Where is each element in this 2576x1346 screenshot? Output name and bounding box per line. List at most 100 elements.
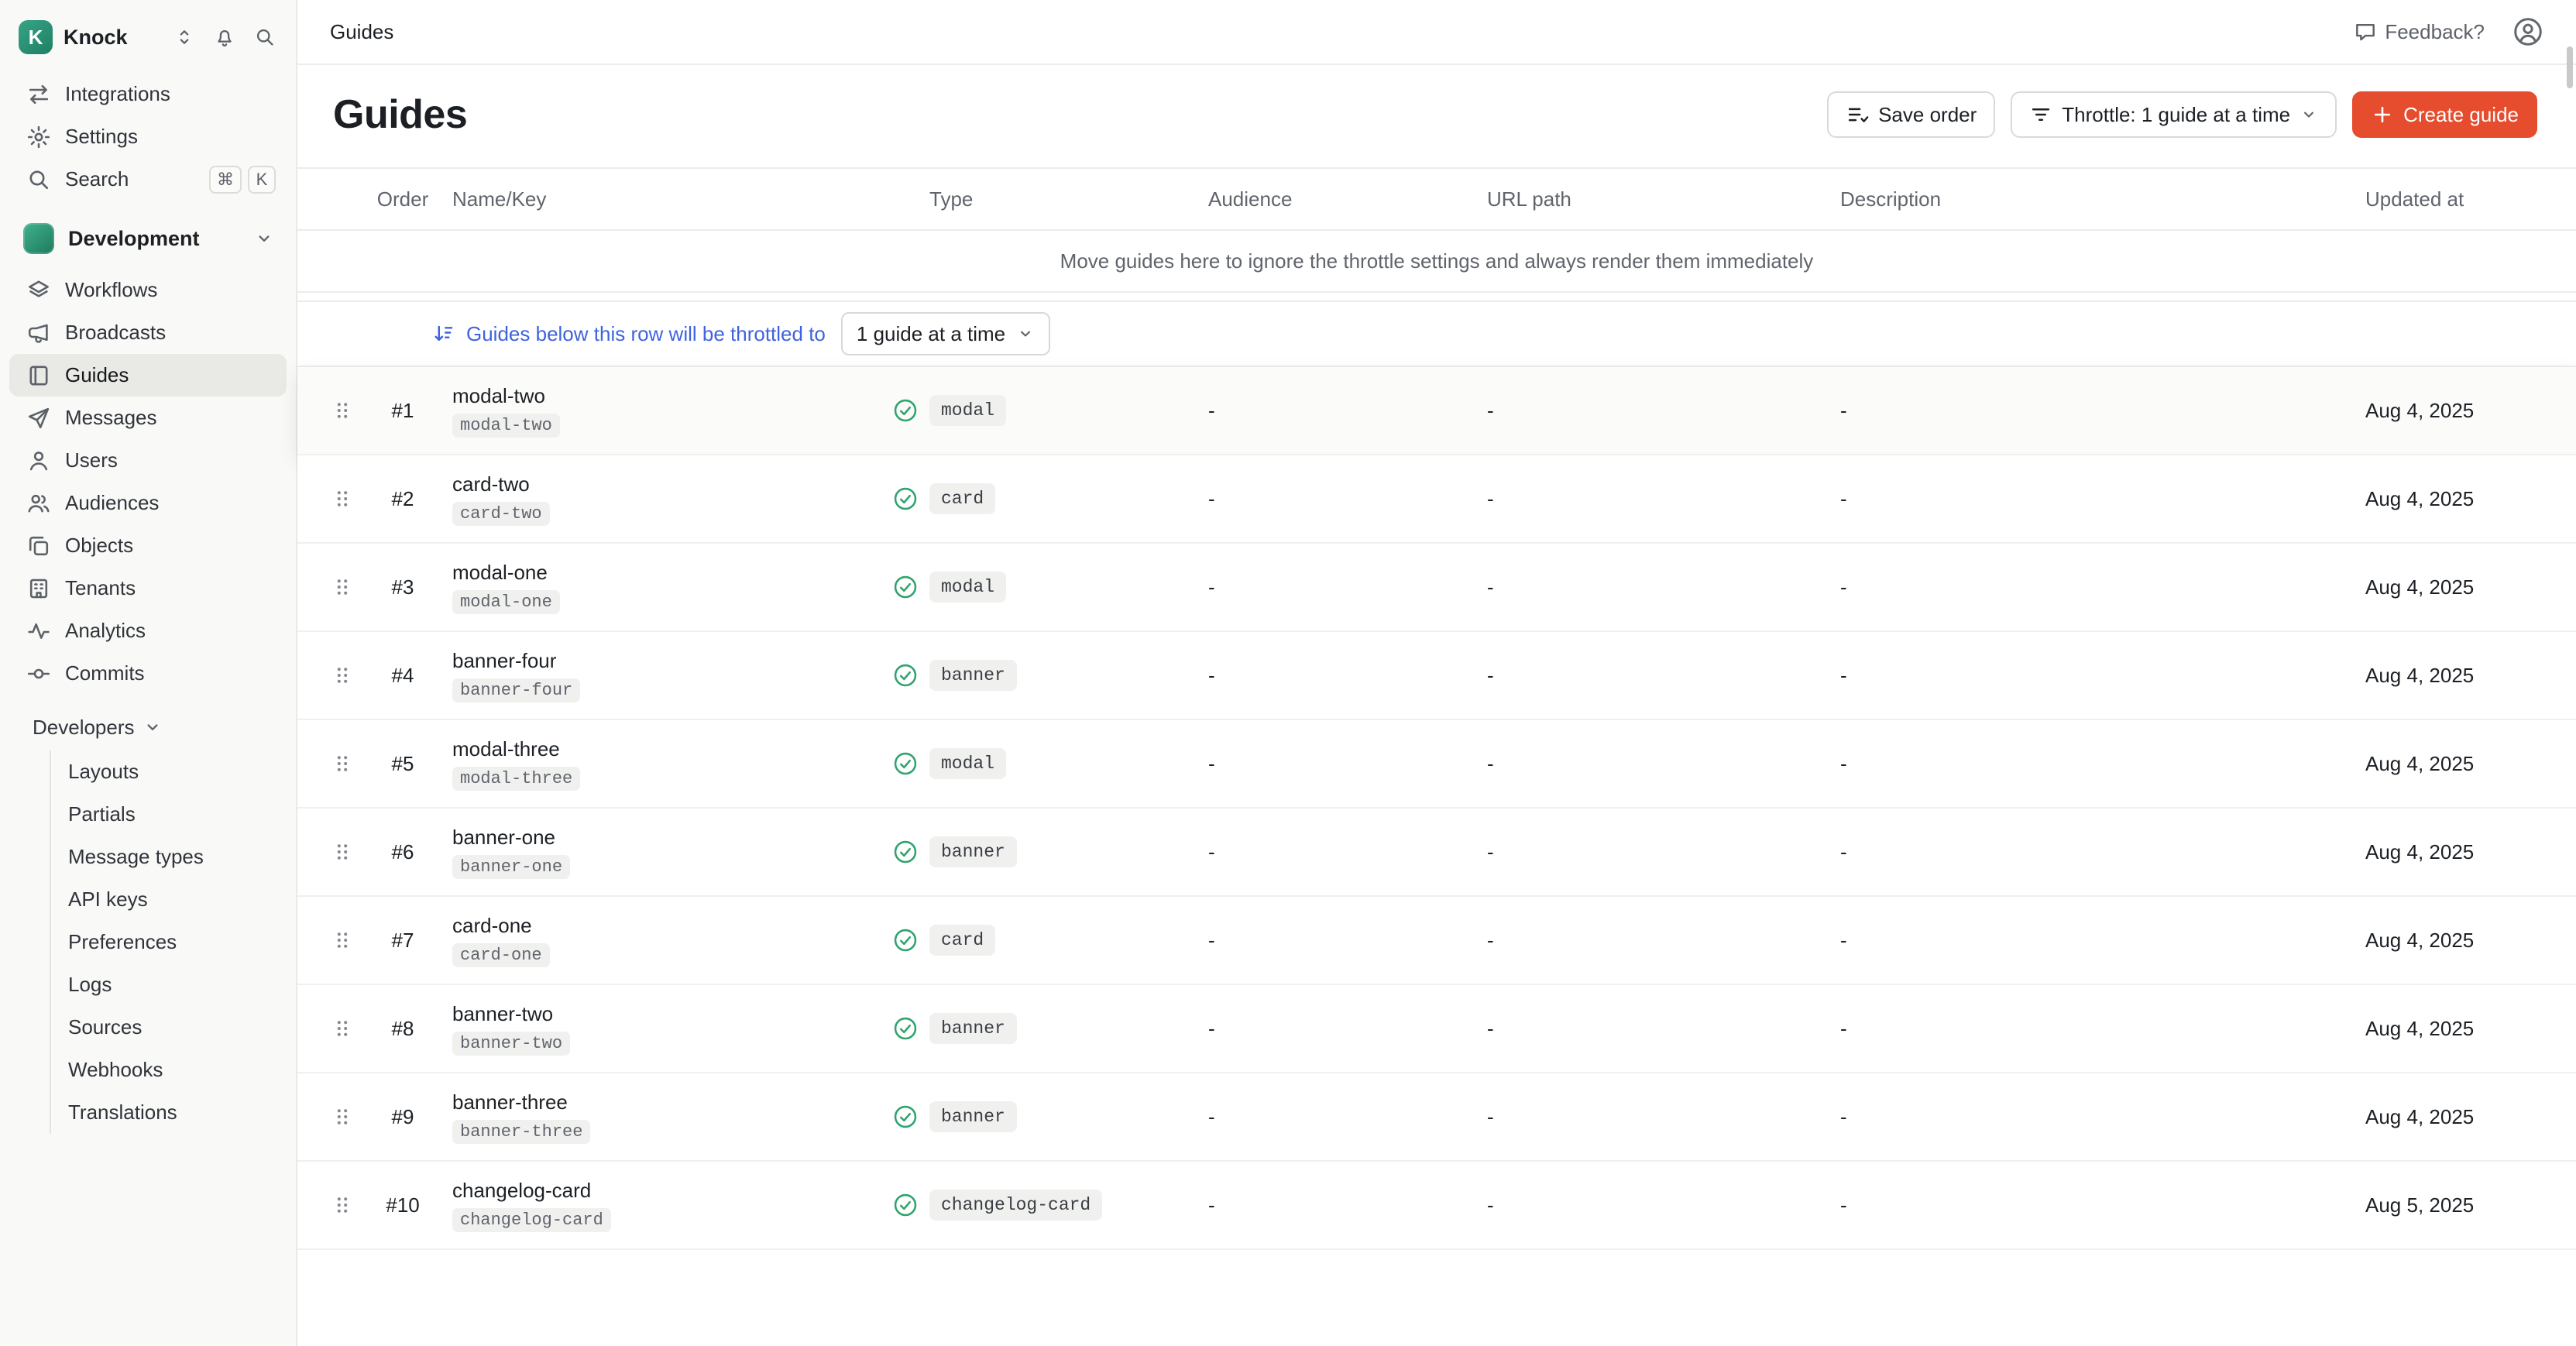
cell-audience: - [1208,752,1487,776]
drag-handle-icon[interactable] [331,752,353,775]
sidebar-item-developer[interactable]: Message types [51,836,296,878]
cell-url-path: - [1487,664,1840,688]
guide-name: banner-three [452,1090,568,1114]
sidebar-item-tenants[interactable]: Tenants [9,567,287,609]
guide-key-badge: modal-two [452,414,560,438]
sidebar-item-settings[interactable]: Settings [9,115,287,158]
sidebar-item-objects[interactable]: Objects [9,524,287,567]
guide-name: card-two [452,472,530,496]
guide-name-cell: banner-one banner-one [452,826,892,879]
vertical-scrollbar[interactable] [2567,46,2573,88]
status-active-icon [892,927,929,953]
throttle-dropdown-button[interactable]: Throttle: 1 guide at a time [2011,91,2337,138]
guide-type-cell: modal [929,572,1208,603]
guide-type-badge: banner [929,1101,1017,1132]
feedback-button[interactable]: Feedback? [2354,20,2485,44]
avatar[interactable] [2512,16,2543,47]
throttle-divider-link[interactable]: Guides below this row will be throttled … [432,322,826,346]
sidebar-item-guides[interactable]: Guides [9,354,287,397]
table-row[interactable]: #3 modal-one modal-one modal - - [297,544,2576,632]
sidebar-item-developer[interactable]: Sources [51,1006,296,1049]
throttle-divider-row: Guides below this row will be throttled … [297,300,2576,367]
drag-handle-icon[interactable] [331,575,353,599]
drag-handle-icon[interactable] [331,929,353,952]
sidebar-item-analytics[interactable]: Analytics [9,609,287,652]
column-header-updated-at: Updated at [2365,187,2576,211]
sidebar-item-label: Audiences [65,491,159,515]
gear-icon [26,125,51,149]
table-row[interactable]: #1 modal-two modal-two modal - - [297,367,2576,455]
sidebar-item-commits[interactable]: Commits [9,652,287,695]
sidebar-item-label: Preferences [68,930,177,954]
cell-audience: - [1208,929,1487,953]
table-row[interactable]: #8 banner-two banner-two banner - - [297,985,2576,1073]
table-row[interactable]: #7 card-one card-one card - - [297,897,2576,985]
environment-switcher[interactable]: Development [9,215,287,263]
cell-audience: - [1208,1193,1487,1217]
sidebar-item-search[interactable]: Search ⌘ K [9,158,287,201]
sidebar-item-broadcasts[interactable]: Broadcasts [9,311,287,354]
app-root: K Knock Integrations [0,0,2576,1346]
row-order: #1 [353,399,452,423]
drag-handle-icon[interactable] [331,487,353,510]
throttle-value-select[interactable]: 1 guide at a time [841,312,1050,355]
git-commit-icon [26,661,51,686]
sidebar-item-audiences[interactable]: Audiences [9,482,287,524]
guide-type-cell: banner [929,660,1208,691]
table-row[interactable]: #4 banner-four banner-four banner - - [297,632,2576,720]
integrations-icon [26,82,51,107]
cell-audience: - [1208,840,1487,864]
drag-handle-icon[interactable] [331,1017,353,1040]
notifications-bell-icon[interactable] [209,22,240,53]
sidebar-item-messages[interactable]: Messages [9,397,287,439]
building-icon [26,576,51,601]
guide-type-cell: modal [929,395,1208,426]
table-row[interactable]: #2 card-two card-two card - - [297,455,2576,544]
drag-handle-icon[interactable] [331,1193,353,1217]
guide-name-cell: modal-two modal-two [452,384,892,438]
cell-description: - [1840,752,2365,776]
sidebar: K Knock Integrations [0,0,297,1346]
guide-name: modal-two [452,384,545,408]
search-shortcut: ⌘ K [209,166,276,194]
table-row[interactable]: #10 changelog-card changelog-card change… [297,1162,2576,1250]
sidebar-item-developer[interactable]: Webhooks [51,1049,296,1091]
guide-type-cell: card [929,925,1208,956]
developers-section-toggle[interactable]: Developers [9,707,287,747]
cell-updated-at: Aug 4, 2025 [2365,575,2576,599]
sidebar-item-developer[interactable]: Preferences [51,921,296,963]
sidebar-item-developer[interactable]: Partials [51,793,296,836]
drag-handle-icon[interactable] [331,399,353,422]
sidebar-item-integrations[interactable]: Integrations [9,73,287,115]
sidebar-item-label: Broadcasts [65,321,166,345]
drag-handle-icon[interactable] [331,1105,353,1128]
cell-updated-at: Aug 4, 2025 [2365,487,2576,511]
save-order-button[interactable]: Save order [1827,91,1995,138]
row-order: #6 [353,840,452,864]
drag-handle-icon[interactable] [331,664,353,687]
sidebar-item-users[interactable]: Users [9,439,287,482]
sidebar-item-developer[interactable]: Logs [51,963,296,1006]
cell-updated-at: Aug 4, 2025 [2365,1105,2576,1129]
chevron-down-icon [143,717,163,737]
cell-audience: - [1208,575,1487,599]
sidebar-item-label: Workflows [65,278,157,302]
table-header-row: Order Name/Key Type Audience URL path De… [297,167,2576,231]
sidebar-item-workflows[interactable]: Workflows [9,269,287,311]
throttle-value-label: 1 guide at a time [857,322,1005,346]
table-row[interactable]: #9 banner-three banner-three banner - - [297,1073,2576,1162]
guide-type-badge: card [929,483,995,514]
guide-name-cell: banner-three banner-three [452,1090,892,1144]
cell-description: - [1840,840,2365,864]
cell-updated-at: Aug 5, 2025 [2365,1193,2576,1217]
drag-handle-icon[interactable] [331,840,353,864]
guide-key-badge: banner-two [452,1032,570,1056]
create-guide-button[interactable]: Create guide [2352,91,2537,138]
sidebar-item-developer[interactable]: Translations [51,1091,296,1134]
table-row[interactable]: #5 modal-three modal-three modal - - [297,720,2576,809]
sidebar-item-developer[interactable]: API keys [51,878,296,921]
workspace-switcher-icon[interactable] [169,22,200,53]
table-row[interactable]: #6 banner-one banner-one banner - - [297,809,2576,897]
search-icon[interactable] [249,22,280,53]
sidebar-item-developer[interactable]: Layouts [51,750,296,793]
